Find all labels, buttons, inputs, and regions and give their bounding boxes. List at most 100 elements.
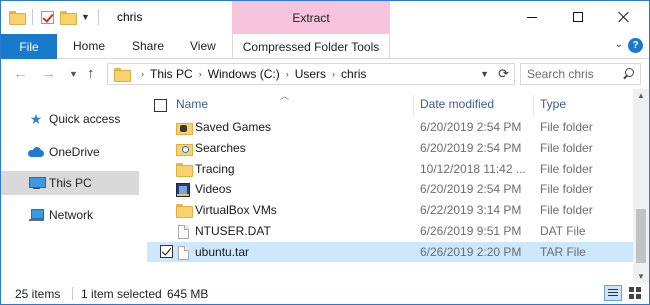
ribbon-tabs: File Home Share View Compressed Folder T… <box>1 34 649 59</box>
address-bar[interactable]: › This PC › Windows (C:) › Users › chris… <box>107 63 515 85</box>
large-icons-view-button[interactable] <box>627 285 643 301</box>
tab-compressed-folder-tools[interactable]: Compressed Folder Tools <box>232 34 390 59</box>
maximize-icon <box>573 12 583 22</box>
address-history-chevron-down-icon[interactable]: ▼ <box>480 69 489 79</box>
search-box[interactable] <box>520 63 641 85</box>
breadcrumb-chris[interactable]: chris <box>341 67 366 81</box>
close-icon <box>618 11 630 23</box>
scroll-down-arrow-icon[interactable]: ▼ <box>633 272 649 281</box>
toolbar-divider <box>32 9 33 25</box>
file-icon <box>178 246 189 260</box>
file-date: 6/20/2019 2:54 PM <box>420 120 522 134</box>
expand-ribbon-chevron-icon[interactable]: ⌄ <box>615 39 623 50</box>
contextual-tab-group: Extract <box>232 1 390 34</box>
forward-arrow-icon[interactable]: → <box>41 65 56 82</box>
refresh-icon[interactable]: ⟳ <box>498 66 509 82</box>
scrollbar-thumb[interactable] <box>636 209 646 263</box>
file-date: 6/22/2019 3:14 PM <box>420 203 522 217</box>
breadcrumb-separator-icon[interactable]: › <box>286 69 289 79</box>
file-name: Searches <box>195 141 246 155</box>
file-date: 6/26/2019 2:20 PM <box>420 245 522 259</box>
folder-icon <box>9 11 26 25</box>
pc-icon <box>28 176 46 190</box>
maximize-button[interactable] <box>555 1 601 33</box>
column-header-name[interactable]: Name <box>176 97 208 115</box>
file-name: NTUSER.DAT <box>195 224 271 238</box>
recent-locations-chevron-down-icon[interactable]: ▼ <box>69 69 78 79</box>
file-row-videos[interactable]: Videos 6/20/2019 2:54 PM File folder <box>147 179 633 199</box>
sort-ascending-icon: ︿ <box>280 91 290 101</box>
tab-file[interactable]: File <box>1 34 57 59</box>
status-divider <box>72 287 73 300</box>
search-input[interactable] <box>527 66 615 82</box>
cloud-icon <box>28 145 44 159</box>
status-bar: 25 items 1 item selected 645 MB <box>1 283 649 304</box>
properties-icon[interactable] <box>41 10 54 24</box>
vertical-scrollbar[interactable]: ▲ ▼ <box>633 89 649 283</box>
help-icon[interactable]: ? <box>628 38 643 53</box>
folder-icon <box>176 163 193 177</box>
breadcrumb-users[interactable]: Users <box>295 67 326 81</box>
row-checkbox[interactable] <box>160 245 173 258</box>
search-icon <box>622 68 634 80</box>
tab-home[interactable]: Home <box>73 39 105 53</box>
nav-item-quick-access[interactable]: ★ Quick access <box>1 107 139 131</box>
file-row-ntuser-dat[interactable]: NTUSER.DAT 6/26/2019 9:51 PM DAT File <box>147 221 633 241</box>
nav-item-onedrive[interactable]: OneDrive <box>1 140 139 164</box>
breadcrumb-windows-c[interactable]: Windows (C:) <box>208 67 280 81</box>
nav-item-this-pc[interactable]: This PC <box>1 171 139 195</box>
quick-access-toolbar: ▼ <box>9 9 101 25</box>
folder-icon <box>114 68 131 82</box>
nav-item-label: OneDrive <box>49 145 100 159</box>
selection-count: 1 item selected <box>81 287 162 301</box>
file-type: TAR File <box>540 245 586 259</box>
file-type: File folder <box>540 162 593 176</box>
file-explorer-window: ▼ chris Extract File Home Share View Com… <box>0 0 650 305</box>
file-date: 10/12/2018 11:42 ... <box>420 162 526 176</box>
file-name: Tracing <box>195 162 235 176</box>
customize-toolbar-chevron-down-icon[interactable]: ▼ <box>81 12 90 22</box>
address-row: ← → ▼ ↑ › This PC › Windows (C:) › Users… <box>1 59 649 89</box>
breadcrumb-separator-icon[interactable]: › <box>199 69 202 79</box>
tab-view[interactable]: View <box>190 39 216 53</box>
file-row-virtualbox-vms[interactable]: VirtualBox VMs 6/22/2019 3:14 PM File fo… <box>147 200 633 220</box>
new-folder-icon[interactable] <box>60 11 77 25</box>
back-arrow-icon[interactable]: ← <box>13 65 28 82</box>
scroll-up-arrow-icon[interactable]: ▲ <box>633 91 649 100</box>
minimize-icon <box>527 16 537 18</box>
nav-item-label: Quick access <box>49 112 121 126</box>
select-all-checkbox[interactable] <box>154 99 167 112</box>
file-row-saved-games[interactable]: Saved Games 6/20/2019 2:54 PM File folde… <box>147 117 633 137</box>
minimize-button[interactable] <box>509 1 555 33</box>
breadcrumb-this-pc[interactable]: This PC <box>150 67 193 81</box>
column-divider[interactable] <box>533 95 534 115</box>
nav-item-label: This PC <box>49 176 92 190</box>
saved-games-folder-icon <box>176 121 193 135</box>
file-name: VirtualBox VMs <box>195 203 277 217</box>
file-name: ubuntu.tar <box>195 245 250 259</box>
selection-size: 645 MB <box>167 287 209 301</box>
folder-icon <box>176 204 193 218</box>
file-row-ubuntu-tar[interactable]: ubuntu.tar 6/26/2019 2:20 PM TAR File <box>147 242 633 262</box>
column-header-type[interactable]: Type <box>540 97 566 115</box>
window-title: chris <box>117 10 143 24</box>
item-count: 25 items <box>15 287 61 301</box>
file-type: File folder <box>540 120 593 134</box>
column-divider[interactable] <box>413 95 414 115</box>
breadcrumb-separator-icon[interactable]: › <box>332 69 335 79</box>
up-arrow-icon[interactable]: ↑ <box>87 65 95 82</box>
file-row-searches[interactable]: Searches 6/20/2019 2:54 PM File folder <box>147 138 633 158</box>
breadcrumb-separator-icon[interactable]: › <box>141 69 144 79</box>
file-row-tracing[interactable]: Tracing 10/12/2018 11:42 ... File folder <box>147 159 633 179</box>
details-view-button[interactable] <box>604 285 622 301</box>
contextual-group-label: Extract <box>292 11 330 25</box>
navigation-pane: ★ Quick access OneDrive This PC Network <box>1 89 139 283</box>
nav-item-network[interactable]: Network <box>1 203 139 227</box>
tab-share[interactable]: Share <box>132 39 164 53</box>
close-button[interactable] <box>601 1 647 33</box>
file-type: DAT File <box>540 224 586 238</box>
file-date: 6/26/2019 9:51 PM <box>420 224 522 238</box>
file-date: 6/20/2019 2:54 PM <box>420 182 522 196</box>
file-name: Saved Games <box>195 120 272 134</box>
column-header-date-modified[interactable]: Date modified <box>420 97 494 115</box>
